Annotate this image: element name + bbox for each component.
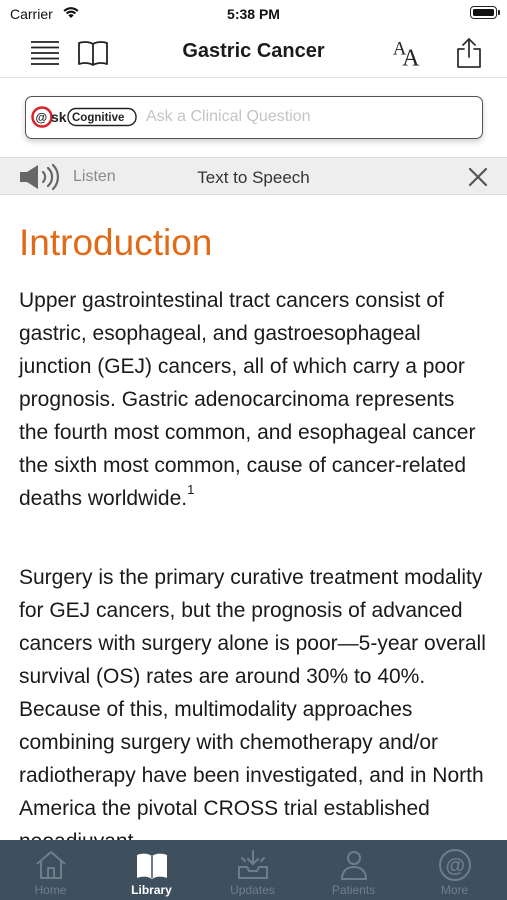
section-heading: Introduction [19, 222, 213, 263]
library-icon [137, 853, 167, 879]
ask-cognitive-logo: @ sk Cognitive [31, 106, 137, 128]
tab-patients[interactable]: Patients [303, 840, 404, 900]
svg-text:A: A [402, 46, 420, 70]
home-icon [36, 851, 66, 879]
tab-label: More [440, 883, 469, 897]
paragraph-text: Upper gastrointestinal tract cancers con… [19, 289, 476, 510]
share-icon[interactable] [452, 36, 486, 70]
page-title: Gastric Cancer [182, 40, 325, 62]
font-size-icon[interactable]: A A [392, 36, 426, 70]
close-icon[interactable] [467, 166, 489, 188]
tab-bar: Home Library Updates Patients @ More [0, 840, 507, 900]
more-icon: @ [439, 849, 471, 881]
tab-updates[interactable]: Updates [202, 840, 303, 900]
tab-label: Patients [331, 883, 376, 897]
svg-text:@: @ [446, 855, 466, 877]
battery-icon [470, 6, 500, 19]
status-time: 5:38 PM [227, 6, 280, 22]
tab-more[interactable]: @ More [404, 840, 505, 900]
ask-search-bar[interactable]: @ sk Cognitive Ask a Clinical Question [25, 96, 483, 139]
patients-icon [341, 851, 367, 880]
paragraph: Surgery is the primary curative treatmen… [19, 561, 489, 840]
tab-label: Home [34, 883, 67, 897]
paragraph-text: Surgery is the primary curative treatmen… [19, 566, 486, 840]
tab-label: Library [131, 883, 172, 897]
paragraph: Upper gastrointestinal tract cancers con… [19, 284, 489, 515]
tab-label: Updates [230, 883, 275, 897]
reference-link[interactable]: 1 [187, 482, 194, 497]
updates-icon [238, 850, 268, 879]
svg-text:@: @ [36, 111, 48, 125]
status-bar: Carrier 5:38 PM [0, 0, 507, 28]
tab-home[interactable]: Home [0, 840, 101, 900]
ask-logo-text: Cognitive [72, 112, 124, 124]
nav-bar: Gastric Cancer A A [0, 28, 507, 78]
svg-text:sk: sk [51, 109, 67, 125]
text-to-speech-bar: Listen Text to Speech [0, 157, 507, 195]
tab-library[interactable]: Library [101, 840, 202, 900]
article-content: Introduction Upper gastrointestinal trac… [0, 196, 507, 840]
ask-input-placeholder: Ask a Clinical Question [146, 108, 311, 125]
tts-title: Text to Speech [197, 168, 310, 187]
